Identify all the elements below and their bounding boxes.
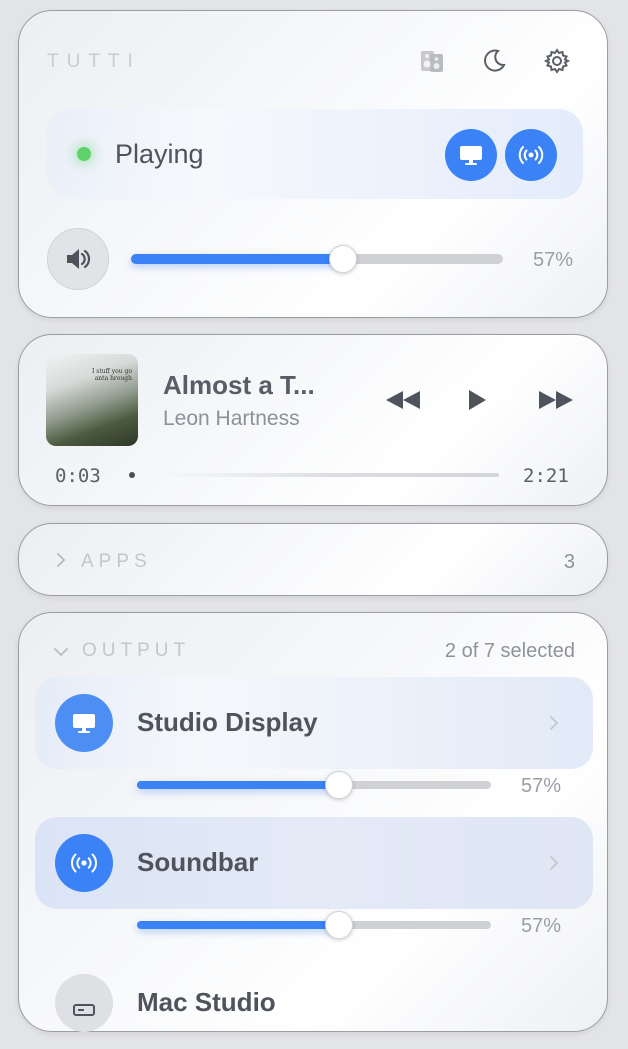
now-playing-card: I stuff you go anta hrough Almost a T...…: [18, 334, 608, 506]
device-volume-thumb[interactable]: [325, 771, 353, 799]
status-indicator: [77, 147, 91, 161]
master-volume-label: 57%: [533, 249, 574, 271]
fast-forward-icon: [539, 391, 573, 409]
output-section: OUTPUT 2 of 7 selected Studio Display 57…: [18, 612, 608, 1032]
mac-studio-icon: [73, 1004, 95, 1016]
app-brand: TUTTI: [47, 51, 141, 72]
elapsed-time: 0:03: [55, 465, 101, 487]
device-name: Soundbar: [137, 847, 259, 877]
active-device-display-button[interactable]: [445, 129, 497, 181]
status-pill: Playing: [47, 109, 583, 199]
apps-section[interactable]: APPS 3: [18, 523, 608, 596]
broadcast-icon: [518, 146, 544, 164]
device-name: Mac Studio: [137, 987, 276, 1017]
device-toggle[interactable]: [55, 974, 113, 1032]
fast-forward-button[interactable]: [536, 385, 576, 415]
device-volume-slider[interactable]: [137, 911, 491, 939]
play-icon: [469, 390, 486, 410]
chevron-right-icon[interactable]: [549, 715, 559, 731]
artwork-caption: I stuff you go anta hrough: [91, 368, 132, 382]
broadcast-icon: [71, 853, 97, 873]
speaker-icon: [67, 249, 91, 269]
mute-button[interactable]: [47, 228, 109, 290]
master-volume-fill: [131, 254, 343, 264]
master-volume-thumb[interactable]: [329, 245, 357, 273]
device-volume-fill: [137, 781, 339, 789]
device-toggle[interactable]: [55, 694, 113, 752]
device-row-studio-display[interactable]: Studio Display: [35, 677, 593, 769]
device-volume-thumb[interactable]: [325, 911, 353, 939]
output-section-label: OUTPUT: [82, 640, 191, 661]
playback-position[interactable]: [129, 472, 135, 478]
speakers-icon[interactable]: [419, 48, 445, 74]
playback-progress-bar[interactable]: [159, 473, 499, 477]
track-artist: Leon Hartness: [163, 407, 300, 430]
moon-icon[interactable]: [481, 48, 507, 74]
chevron-down-icon[interactable]: [53, 646, 69, 658]
rewind-icon: [386, 391, 420, 409]
status-label: Playing: [115, 139, 204, 169]
rewind-button[interactable]: [383, 385, 423, 415]
chevron-right-icon[interactable]: [549, 855, 559, 871]
device-name: Studio Display: [137, 707, 318, 737]
output-selection-count: 2 of 7 selected: [444, 640, 575, 662]
apps-count: 3: [563, 551, 575, 573]
device-row-soundbar[interactable]: Soundbar: [35, 817, 593, 909]
device-volume-slider[interactable]: [137, 771, 491, 799]
master-volume-slider[interactable]: [131, 245, 503, 273]
monitor-icon: [73, 714, 95, 733]
track-title: Almost a T...: [163, 370, 315, 400]
monitor-icon: [460, 146, 482, 165]
device-toggle[interactable]: [55, 834, 113, 892]
album-artwork: I stuff you go anta hrough: [46, 354, 138, 446]
active-device-soundbar-button[interactable]: [505, 129, 557, 181]
device-row-mac-studio[interactable]: Mac Studio: [35, 957, 593, 1049]
track-duration: 2:21: [523, 465, 569, 487]
status-card: TUTTI Playing 57%: [18, 10, 608, 318]
chevron-right-icon: [57, 553, 66, 567]
play-button[interactable]: [461, 385, 491, 415]
apps-section-label: APPS: [81, 551, 152, 572]
device-volume-fill: [137, 921, 339, 929]
device-volume-label: 57%: [521, 915, 562, 937]
device-volume-label: 57%: [521, 775, 562, 797]
gear-icon[interactable]: [543, 48, 571, 74]
